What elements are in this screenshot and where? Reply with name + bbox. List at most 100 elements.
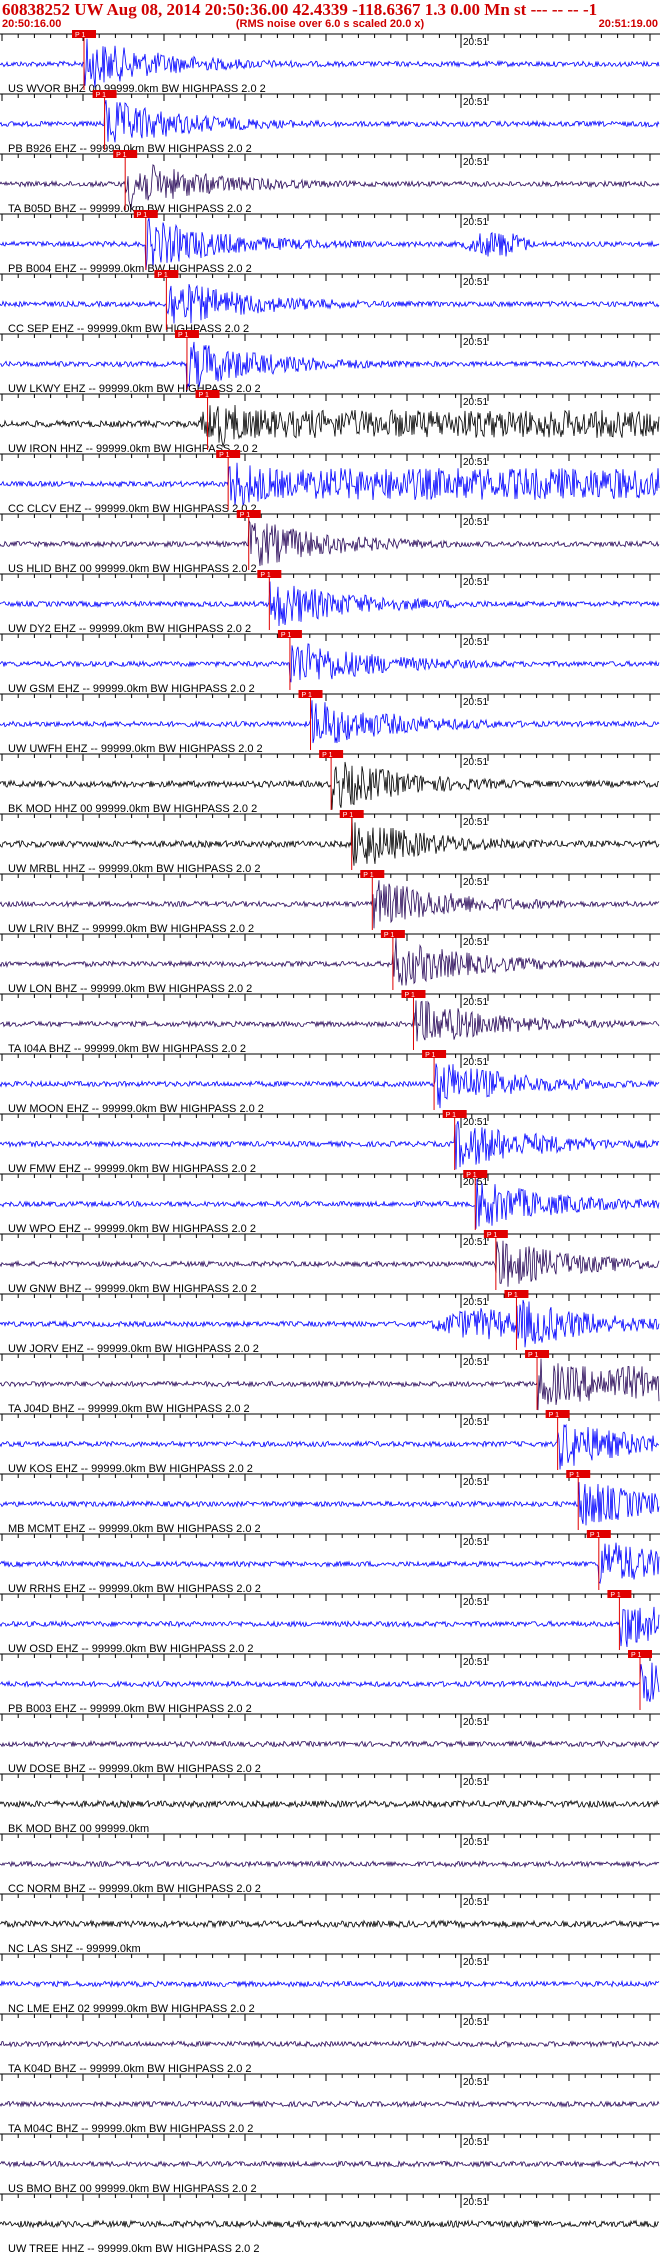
trace-row: 20:51 TA B05D BHZ -- 99999.0km BW HIGHPAS… (0, 150, 660, 215)
station-label: US WVOR BHZ 00 99999.0km BW HIGHPASS 2.0… (8, 83, 266, 95)
waveform (0, 880, 660, 929)
trace-row: 20:51 PB B003 EHZ -- 99999.0km BW HIGHPAS… (0, 1650, 660, 1715)
pick-flag-label: P 1 (96, 92, 106, 99)
waveform (0, 1000, 660, 1042)
minute-marker-label: 20:51 (463, 1957, 488, 1968)
trace-row: 20:51 UW JORV EHZ -- 99999.0km BW HIGHPAS… (0, 1290, 660, 1355)
minute-marker-label: 20:51 (463, 277, 488, 288)
pick-flag-label: P 1 (404, 992, 414, 999)
station-label: UW RRHS EHZ -- 99999.0km BW HIGHPASS 2.0… (8, 1583, 261, 1595)
trace-row: 20:51UW WPO EHZ -- 99999.0km BW HIGHPASS… (0, 1170, 660, 1235)
station-label: UW JORV EHZ -- 99999.0km BW HIGHPASS 2.0… (8, 1343, 259, 1355)
trace-row: 20:51 TA J04D BHZ -- 99999.0km BW HIGHPAS… (0, 1350, 660, 1415)
waveform (0, 1739, 660, 1749)
waveform (0, 817, 660, 866)
station-label: UW OSD EHZ -- 99999.0km BW HIGHPASS 2.0 … (8, 1643, 254, 1655)
station-label: UW TREE HHZ -- 99999.0km BW HIGHPASS 2.0… (8, 2243, 259, 2255)
trace-row: 20:51 TA M04C BHZ -- 99999.0km BW HIGHPAS… (0, 2073, 660, 2135)
minute-marker-label: 20:51 (463, 1897, 488, 1908)
station-label: TA B05D BHZ -- 99999.0km BW HIGHPASS 2.0… (8, 203, 252, 215)
minute-marker-label: 20:51 (463, 457, 488, 468)
station-label: UW LON BHZ -- 99999.0km BW HIGHPASS 2.0 … (8, 983, 252, 995)
waveform (0, 38, 660, 88)
pick-flag-label: P 1 (631, 1652, 641, 1659)
waveform (0, 2099, 660, 2109)
minute-marker-label: 20:51 (463, 2017, 488, 2028)
minute-marker-label: 20:51 (463, 517, 488, 528)
minute-marker-label: 20:51 (463, 1537, 488, 1548)
station-label: UW KOS EHZ -- 99999.0km BW HIGHPASS 2.0 … (8, 1463, 253, 1475)
trace-row: 20:51 PB B004 EHZ -- 99999.0km BW HIGHPAS… (0, 210, 660, 275)
waveform (0, 1482, 660, 1526)
waveform (0, 937, 660, 986)
pick-flag-label: P 1 (157, 272, 167, 279)
minute-marker-label: 20:51 (463, 697, 488, 708)
trace-row: 20:51 UW MRBL HHZ -- 99999.0km BW HIGHPAS… (0, 810, 660, 875)
trace-row: 20:51 NC LAS SHZ -- 99999.0km (0, 1893, 660, 1955)
waveform (0, 1860, 660, 1868)
pick-flag-label: P 1 (343, 812, 353, 819)
station-label: CC SEP EHZ -- 99999.0km BW HIGHPASS 2.0 … (8, 323, 249, 335)
minute-marker-label: 20:51 (463, 877, 488, 888)
trace-row: 20:51 US BMO BHZ 00 99999.0km BW HIGHPASS… (0, 2133, 660, 2195)
station-label: BK MOD HHZ 00 99999.0km BW HIGHPASS 2.0 … (8, 803, 257, 815)
trace-row: 20:51 UW MOON EHZ -- 99999.0km BW HIGHPAS… (0, 1050, 660, 1115)
pick-flag-label: P 1 (75, 32, 85, 39)
trace-row: 20:51 MB MCMT EHZ -- 99999.0km BW HIGHPAS… (0, 1470, 660, 1535)
station-label: UW UWFH EHZ -- 99999.0km BW HIGHPASS 2.0… (8, 743, 263, 755)
trace-row: 20:51 UW LRIV BHZ -- 99999.0km BW HIGHPAS… (0, 870, 660, 935)
pick-flag-label: P 1 (137, 212, 147, 219)
waveform (0, 520, 660, 566)
minute-marker-label: 20:51 (463, 37, 488, 48)
station-label: UW MOON EHZ -- 99999.0km BW HIGHPASS 2.0… (8, 1103, 264, 1115)
minute-marker-label: 20:51 (463, 217, 488, 228)
pick-flag-label: P 1 (569, 1472, 579, 1479)
trace-row: 20:51 UW UWFH EHZ -- 99999.0km BW HIGHPAS… (0, 690, 660, 755)
station-label: CC NORM BHZ -- 99999.0km BW HIGHPASS 2.0… (8, 1883, 261, 1895)
pick-flag-label: P 1 (507, 1292, 517, 1299)
trace-row: 20:51 UW RRHS EHZ -- 99999.0km BW HIGHPAS… (0, 1530, 660, 1595)
station-label: US BMO BHZ 00 99999.0km BW HIGHPASS 2.0 … (8, 2183, 257, 2195)
trace-row: 20:51 US WVOR BHZ 00 99999.0km BW HIGHPAS… (0, 30, 660, 95)
minute-marker-label: 20:51 (463, 1057, 488, 1068)
minute-marker-label: 20:51 (463, 1597, 488, 1608)
pick-flag-label: P 1 (466, 1172, 476, 1179)
station-label: UW DOSE BHZ -- 99999.0km BW HIGHPASS 2.0… (8, 1763, 261, 1775)
trace-row: 20:51 UW TREE HHZ -- 99999.0km BW HIGHPAS… (0, 2193, 660, 2255)
station-label: NC LAS SHZ -- 99999.0km (8, 1943, 141, 1955)
station-label: UW GNW BHZ -- 99999.0km BW HIGHPASS 2.0 … (8, 1283, 257, 1295)
minute-marker-label: 20:51 (463, 817, 488, 828)
waveform (0, 2159, 660, 2168)
trace-row: 20:51 CC NORM BHZ -- 99999.0km BW HIGHPAS… (0, 1833, 660, 1895)
pick-flag-label: P 1 (384, 932, 394, 939)
pick-flag-label: P 1 (590, 1532, 600, 1539)
waveform (0, 100, 660, 143)
minute-marker-label: 20:51 (463, 397, 488, 408)
waveform (0, 1799, 660, 1809)
station-label: CC CLCV EHZ -- 99999.0km BW HIGHPASS 2.0… (8, 503, 257, 515)
minute-marker-label: 20:51 (463, 1717, 488, 1728)
station-label: PB B004 EHZ -- 99999.0km BW HIGHPASS 2.0… (8, 263, 252, 275)
trace-row: 20:51PB B926 EHZ -- 99999.0km BW HIGHPAS… (0, 90, 660, 155)
waveform (0, 1979, 660, 1988)
trace-row: 20:51 UW GSM EHZ -- 99999.0km BW HIGHPASS… (0, 630, 660, 695)
station-label: UW FMW EHZ -- 99999.0km BW HIGHPASS 2.0 … (8, 1163, 256, 1175)
minute-marker-label: 20:51 (463, 2077, 488, 2088)
waveform (0, 1299, 660, 1348)
trace-row: 20:51 UW LKWY EHZ -- 99999.0km BW HIGHPAS… (0, 330, 660, 395)
waveform (0, 1542, 660, 1585)
trace-row: 20:51 UW FMW EHZ -- 99999.0km BW HIGHPASS… (0, 1110, 660, 1175)
minute-marker-label: 20:51 (463, 1837, 488, 1848)
pick-flag-label: P 1 (425, 1052, 435, 1059)
station-label: UW GSM EHZ -- 99999.0km BW HIGHPASS 2.0 … (8, 683, 255, 695)
minute-marker-label: 20:51 (463, 757, 488, 768)
pick-flag-label: P 1 (219, 452, 229, 459)
pick-flag-label: P 1 (178, 332, 188, 339)
waveform (0, 1662, 660, 1702)
waveform (0, 643, 660, 683)
pick-flag-label: P 1 (363, 872, 373, 879)
waveform (0, 2040, 660, 2049)
station-label: NC LME EHZ 02 99999.0km BW HIGHPASS 2.0 … (8, 2003, 255, 2015)
minute-marker-label: 20:51 (463, 1477, 488, 1488)
waveform (0, 462, 660, 507)
